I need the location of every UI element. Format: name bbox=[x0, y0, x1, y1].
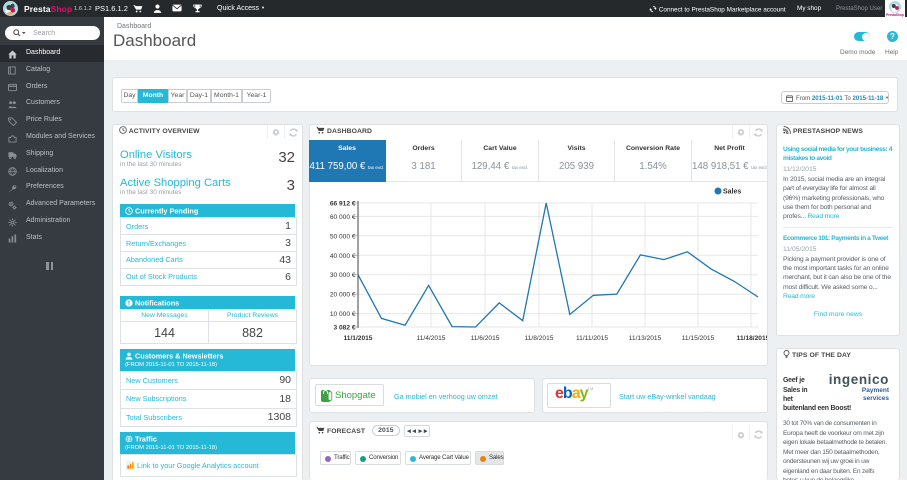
svg-text:11/8/2015: 11/8/2015 bbox=[525, 335, 554, 342]
svg-text:11/6/2015: 11/6/2015 bbox=[471, 335, 500, 342]
svg-text:11/1/2015: 11/1/2015 bbox=[344, 335, 373, 342]
svg-text:11/4/2015: 11/4/2015 bbox=[417, 335, 446, 342]
svg-text:Sales: Sales bbox=[723, 189, 741, 196]
svg-text:10 000 €: 10 000 € bbox=[330, 311, 356, 318]
svg-text:60 000 €: 60 000 € bbox=[330, 214, 356, 221]
svg-text:20 000 €: 20 000 € bbox=[330, 292, 356, 299]
svg-text:11/15/2015: 11/15/2015 bbox=[682, 335, 715, 342]
svg-text:11/18/2015: 11/18/2015 bbox=[737, 335, 767, 342]
svg-text:50 000 €: 50 000 € bbox=[330, 233, 356, 240]
svg-text:3 082 €: 3 082 € bbox=[334, 325, 356, 332]
svg-text:30 000 €: 30 000 € bbox=[330, 272, 356, 279]
svg-text:66 912 €: 66 912 € bbox=[330, 201, 356, 208]
svg-text:11/11/2015: 11/11/2015 bbox=[576, 335, 608, 342]
svg-text:40 000 €: 40 000 € bbox=[330, 253, 356, 260]
svg-text:11/13/2015: 11/13/2015 bbox=[629, 335, 662, 342]
